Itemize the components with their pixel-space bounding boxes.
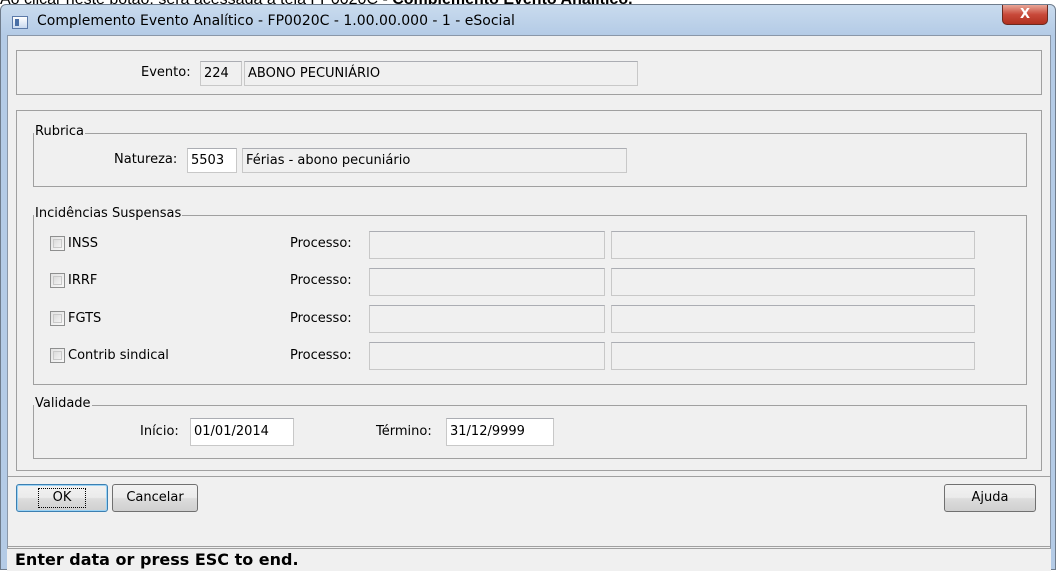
ok-button[interactable]: OK [16, 484, 108, 512]
fgts-processo-label: Processo: [290, 311, 352, 326]
inicio-date-field[interactable]: 01/01/2014 [190, 418, 294, 446]
natureza-code-field[interactable]: 5503 [187, 148, 237, 173]
irrf-label: IRRF [68, 273, 98, 288]
inss-processo-desc-field [611, 231, 975, 259]
fgts-checkbox[interactable] [50, 311, 65, 326]
contrib-sindical-label: Contrib sindical [68, 348, 169, 363]
evento-panel: Evento: 224 ABONO PECUNIÁRIO [16, 50, 1042, 95]
inss-processo-label: Processo: [290, 236, 352, 251]
ok-button-label: OK [37, 488, 87, 508]
form-content-panel: Rubrica Natureza: 5503 Férias - abono pe… [16, 110, 1042, 471]
contrib-sindical-checkbox[interactable] [50, 348, 65, 363]
dialog-window: Complemento Evento Analítico - FP0020C -… [0, 4, 1056, 571]
evento-code-field[interactable]: 224 [200, 61, 242, 86]
validade-legend: Validade [34, 396, 92, 412]
inss-processo-field[interactable] [369, 231, 605, 259]
fgts-processo-desc-field [611, 305, 975, 333]
incidencias-legend: Incidências Suspensas [34, 206, 183, 222]
inss-label: INSS [68, 236, 99, 251]
irrf-processo-desc-field [611, 268, 975, 296]
window-title: Complemento Evento Analítico - FP0020C -… [37, 13, 515, 29]
rubrica-legend: Rubrica [34, 124, 86, 140]
validade-group: Validade Início: 01/01/2014 Término: 31/… [33, 396, 1027, 459]
irrf-processo-field[interactable] [369, 268, 605, 296]
button-bar: OK Cancelar Ajuda [8, 476, 1050, 547]
termino-label: Término: [376, 424, 432, 439]
contrib-sindical-processo-label: Processo: [290, 348, 352, 363]
fgts-label: FGTS [68, 311, 102, 326]
cancel-button[interactable]: Cancelar [112, 484, 198, 512]
irrf-processo-label: Processo: [290, 273, 352, 288]
termino-date-field[interactable]: 31/12/9999 [446, 418, 554, 446]
close-button[interactable]: X [1002, 5, 1048, 25]
fgts-processo-field[interactable] [369, 305, 605, 333]
irrf-checkbox[interactable] [50, 273, 65, 288]
inicio-label: Início: [140, 424, 179, 439]
contrib-sindical-processo-field[interactable] [369, 342, 605, 370]
contrib-sindical-processo-desc-field [611, 342, 975, 370]
help-button[interactable]: Ajuda [944, 484, 1036, 512]
rubrica-group: Rubrica Natureza: 5503 Férias - abono pe… [33, 124, 1027, 187]
natureza-label: Natureza: [114, 152, 178, 167]
status-text: Enter data or press ESC to end. [15, 550, 299, 569]
window-app-icon [12, 16, 28, 29]
inss-checkbox[interactable] [50, 236, 65, 251]
status-bar: Enter data or press ESC to end. [7, 548, 1051, 571]
dialog-client-area: Evento: 224 ABONO PECUNIÁRIO Rubrica Nat… [7, 35, 1051, 567]
evento-label: Evento: [141, 65, 191, 80]
natureza-description-field: Férias - abono pecuniário [242, 148, 627, 173]
incidencias-group: Incidências Suspensas INSS Processo: IRR… [33, 206, 1027, 385]
evento-description-field: ABONO PECUNIÁRIO [244, 61, 638, 86]
title-bar[interactable]: Complemento Evento Analítico - FP0020C -… [1, 5, 1055, 37]
